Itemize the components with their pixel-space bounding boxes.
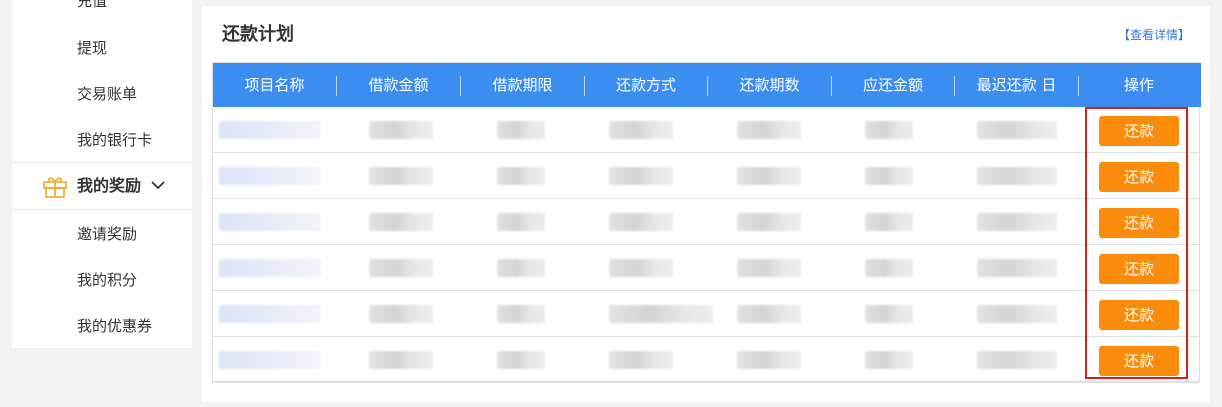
redacted-cell [977, 259, 1057, 277]
column-header-amount-due: 应还金额 [862, 76, 923, 94]
column-header-loan-amount: 借款金额 [368, 76, 429, 94]
sidebar-item-label: 邀请奖励 [77, 225, 138, 243]
view-details-link[interactable]: 【查看详情】 [1118, 26, 1190, 43]
redacted-cell [219, 259, 321, 277]
redacted-cell [609, 213, 673, 231]
table-header: 项目名称 借款金额 借款期限 还款方式 还款期数 应还金额 最迟还款 日 操作 [213, 63, 1201, 107]
redacted-cell [497, 213, 545, 231]
repay-button[interactable]: 还款 [1099, 208, 1179, 238]
sidebar-item-recharge[interactable]: 充值 [12, 0, 192, 24]
sidebar-item-label: 我的银行卡 [77, 131, 153, 149]
redacted-cell [219, 213, 321, 231]
column-header-installments: 还款期数 [739, 76, 800, 94]
column-header-repayment-method: 还款方式 [615, 76, 676, 94]
table-row: 还款 [213, 199, 1199, 245]
redacted-cell [737, 351, 801, 369]
redacted-cell [737, 121, 801, 139]
column-header-loan-term: 借款期限 [492, 76, 553, 94]
redacted-cell [737, 213, 801, 231]
table-row: 还款 [213, 107, 1199, 153]
table-row: 还款 [213, 153, 1199, 199]
redacted-cell [497, 167, 545, 185]
redacted-cell [865, 305, 913, 323]
redacted-cell [369, 305, 433, 323]
redacted-cell [219, 305, 321, 323]
redacted-cell [737, 305, 801, 323]
redacted-cell [219, 167, 321, 185]
column-header-project-name: 项目名称 [244, 76, 305, 94]
redacted-cell [497, 351, 545, 369]
repay-button[interactable]: 还款 [1099, 300, 1179, 330]
sidebar-item-label: 我的积分 [77, 271, 138, 289]
redacted-cell [865, 121, 913, 139]
redacted-cell [977, 213, 1057, 231]
redacted-cell [609, 351, 673, 369]
table-row: 还款 [213, 291, 1199, 337]
repay-button[interactable]: 还款 [1099, 254, 1179, 284]
sidebar-group-rewards[interactable]: 我的奖励 [12, 162, 192, 210]
sidebar-item-my-points[interactable]: 我的积分 [12, 257, 192, 303]
redacted-cell [369, 351, 433, 369]
panel-title: 还款计划 [222, 24, 294, 45]
column-header-latest-repay-date: 最迟还款 日 [976, 76, 1057, 94]
redacted-cell [609, 305, 713, 323]
redacted-cell [609, 167, 673, 185]
redacted-cell [497, 305, 545, 323]
sidebar-item-label: 提现 [77, 39, 108, 57]
sidebar-item-transaction-bill[interactable]: 交易账单 [12, 71, 192, 117]
repay-button[interactable]: 还款 [1099, 346, 1179, 376]
redacted-cell [609, 259, 673, 277]
redacted-cell [609, 121, 673, 139]
redacted-cell [369, 167, 433, 185]
redacted-cell [497, 121, 545, 139]
sidebar: 充值 提现 交易账单 我的银行卡 我的奖励 邀请奖励 我的积分 我的优惠券 [12, 0, 192, 348]
sidebar-group-label: 我的奖励 [77, 176, 142, 195]
chevron-down-icon [151, 181, 165, 190]
sidebar-item-invite-reward[interactable]: 邀请奖励 [12, 211, 192, 257]
repayment-plan-panel: 还款计划 【查看详情】 项目名称 借款金额 借款期限 还款方式 还款期数 应还金… [202, 6, 1210, 402]
sidebar-item-label: 充值 [77, 0, 108, 10]
sidebar-item-label: 交易账单 [77, 85, 138, 103]
sidebar-item-withdraw[interactable]: 提现 [12, 25, 192, 71]
sidebar-item-my-coupons[interactable]: 我的优惠券 [12, 303, 192, 349]
redacted-cell [977, 121, 1057, 139]
sidebar-item-bank-card[interactable]: 我的银行卡 [12, 117, 192, 163]
column-header-action: 操作 [1123, 76, 1154, 94]
redacted-cell [865, 351, 913, 369]
sidebar-item-label: 我的优惠券 [77, 317, 153, 335]
redacted-cell [219, 121, 321, 139]
redacted-cell [369, 121, 433, 139]
redacted-cell [977, 351, 1057, 369]
redacted-cell [737, 167, 801, 185]
table-row: 还款 [213, 337, 1199, 383]
redacted-cell [219, 351, 321, 369]
gift-icon [43, 177, 67, 198]
redacted-cell [865, 167, 913, 185]
redacted-cell [865, 213, 913, 231]
redacted-cell [497, 259, 545, 277]
repay-button[interactable]: 还款 [1099, 162, 1179, 192]
redacted-cell [977, 167, 1057, 185]
repayment-table: 项目名称 借款金额 借款期限 还款方式 还款期数 应还金额 最迟还款 日 操作 … [212, 62, 1201, 383]
redacted-cell [737, 259, 801, 277]
redacted-cell [369, 259, 433, 277]
repay-button[interactable]: 还款 [1099, 116, 1179, 146]
redacted-cell [977, 305, 1057, 323]
table-row: 还款 [213, 245, 1199, 291]
redacted-cell [865, 259, 913, 277]
redacted-cell [369, 213, 433, 231]
